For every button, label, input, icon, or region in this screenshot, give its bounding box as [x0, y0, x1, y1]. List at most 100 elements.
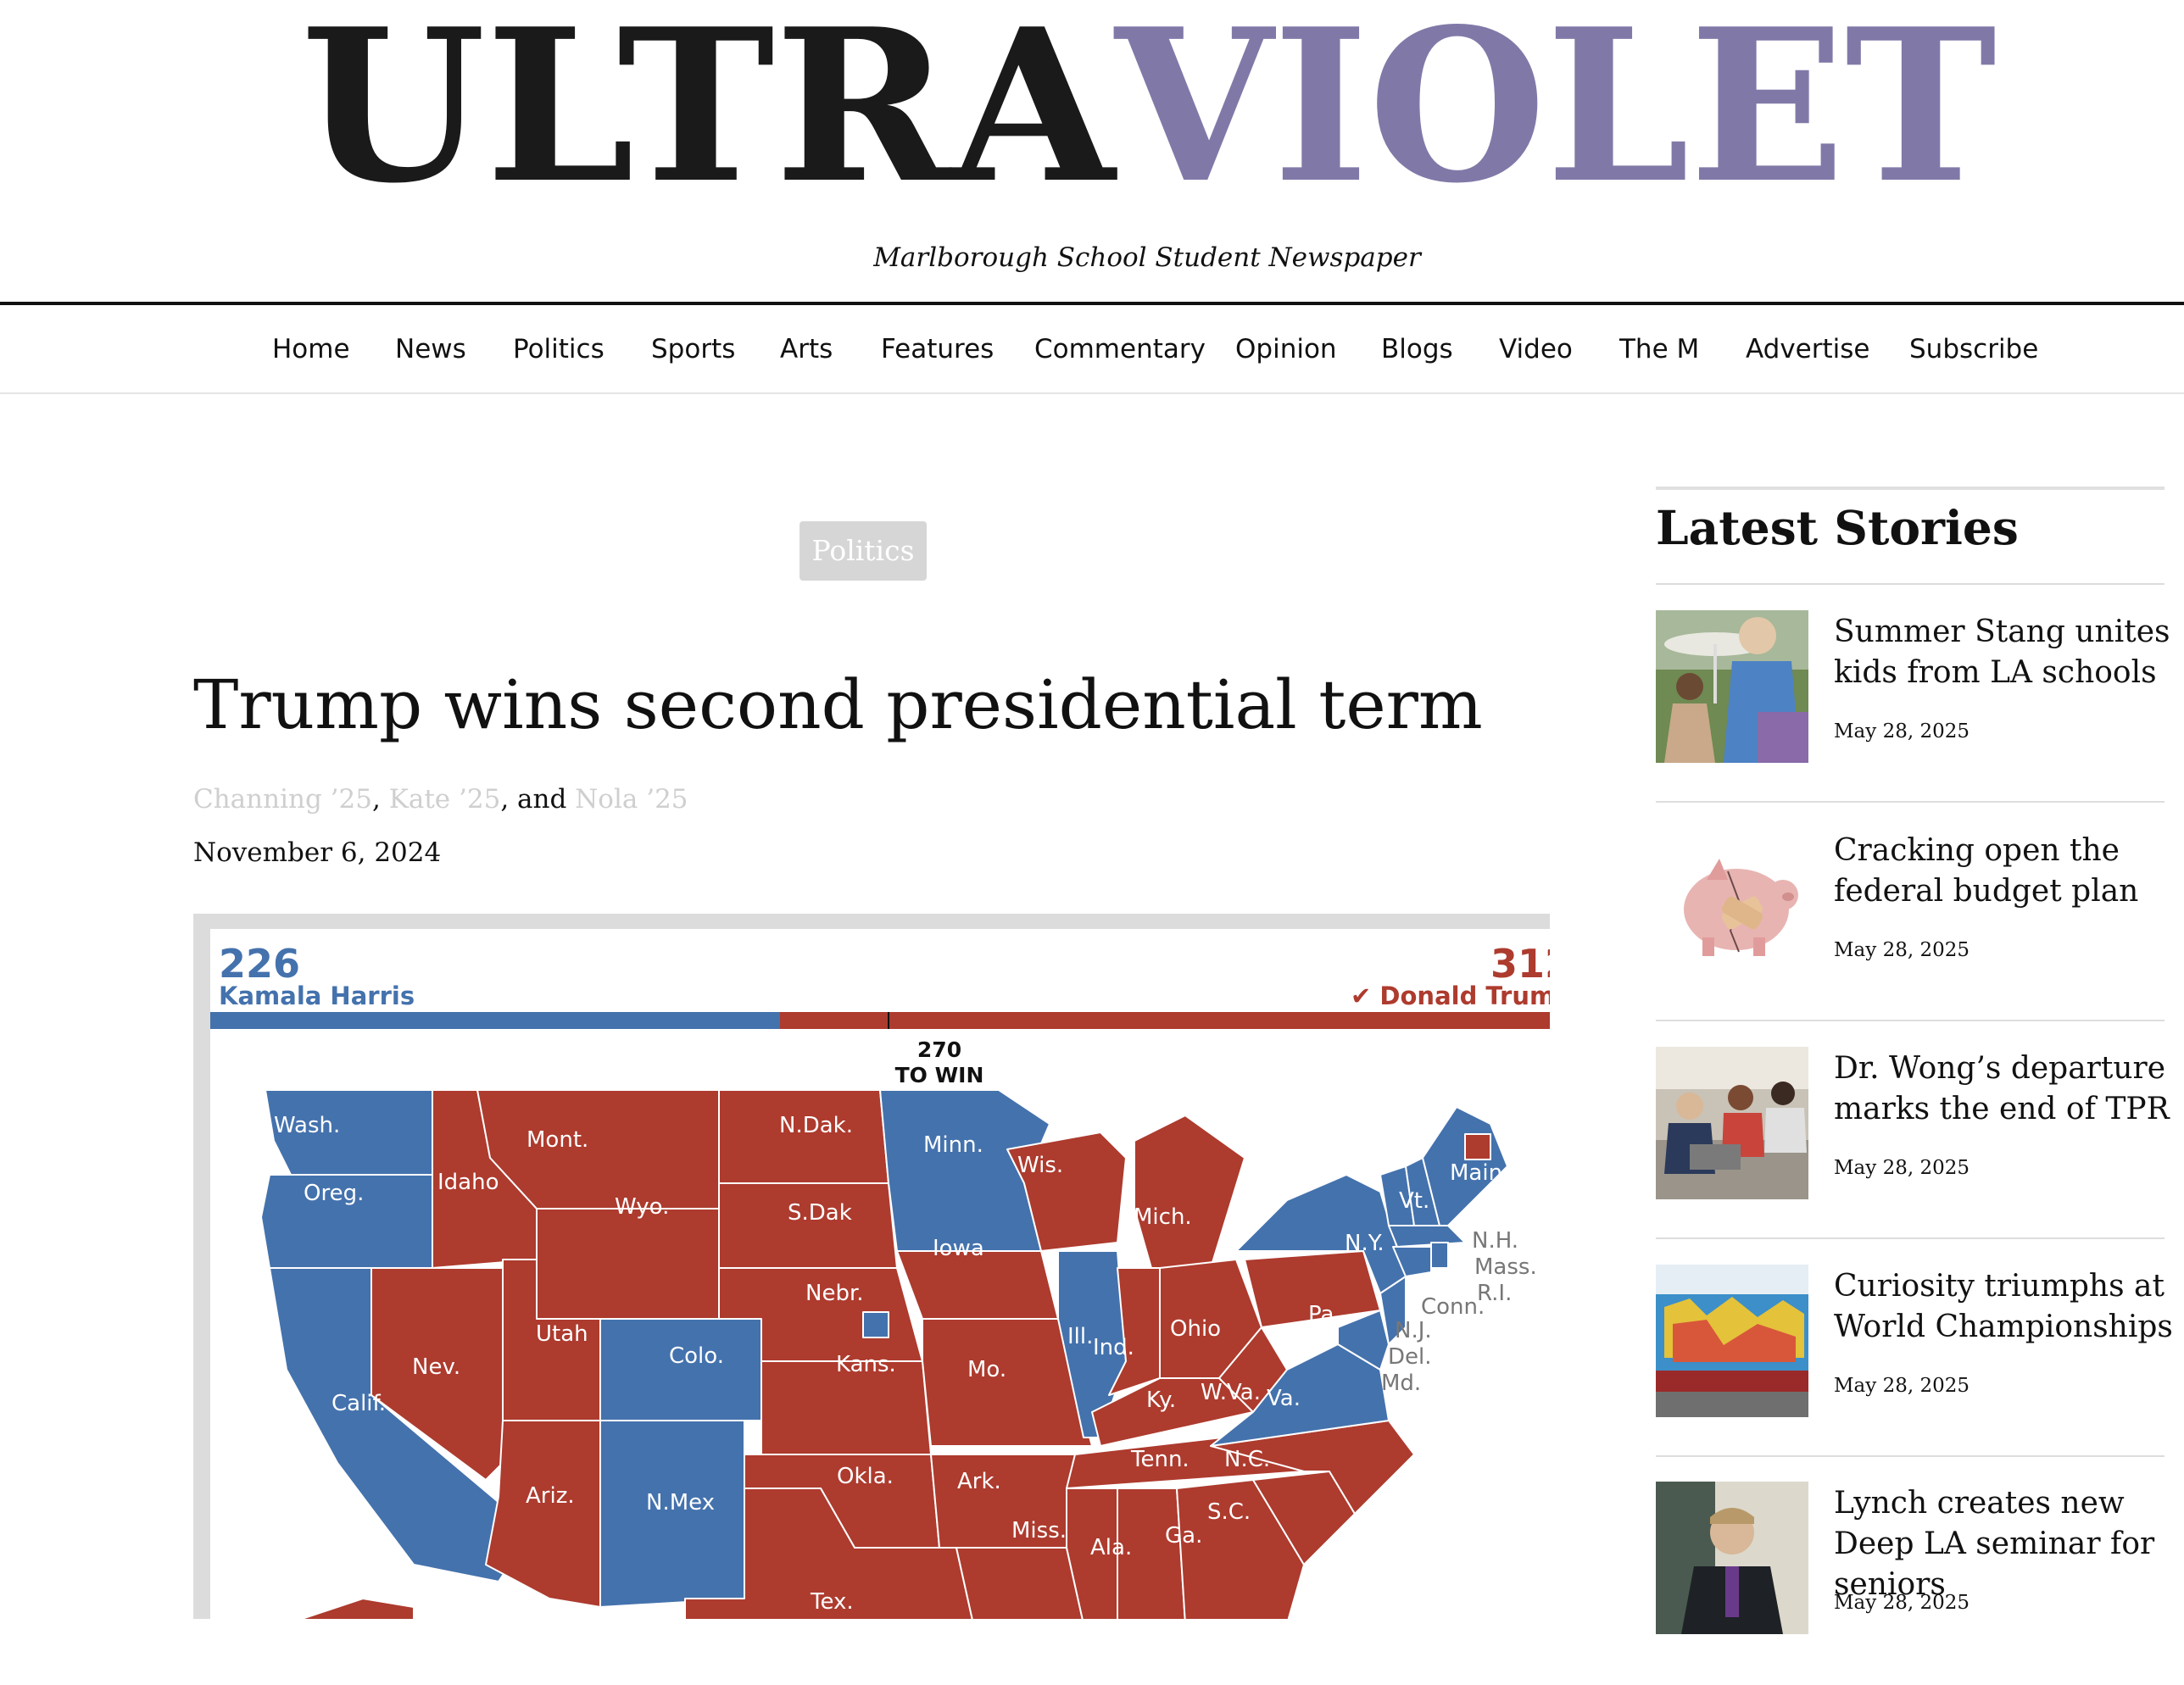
- label-mont: Mont.: [526, 1127, 588, 1153]
- label-miss: Miss.: [1011, 1518, 1067, 1543]
- label-nh: N.H.: [1472, 1228, 1518, 1254]
- state-ariz[interactable]: [485, 1420, 601, 1608]
- label-ark: Ark.: [957, 1469, 1001, 1494]
- logo-ultra: ULTRA: [301, 0, 1118, 212]
- label-md: Md.: [1381, 1371, 1421, 1396]
- nav-arts[interactable]: Arts: [780, 334, 833, 364]
- label-nc: N.C.: [1224, 1447, 1270, 1472]
- threshold-text: TO WIN: [894, 1063, 984, 1087]
- story-thumbnail[interactable]: [1656, 829, 1808, 982]
- label-wis: Wis.: [1017, 1153, 1063, 1178]
- label-sc: S.C.: [1207, 1499, 1251, 1525]
- byline-separator: , and: [500, 784, 576, 815]
- story-date: May 28, 2025: [1834, 1375, 1970, 1397]
- state-nebr-cd2[interactable]: [862, 1311, 889, 1338]
- nav-features[interactable]: Features: [881, 334, 994, 364]
- state-la[interactable]: [956, 1547, 1084, 1619]
- main-nav: Home News Politics Sports Arts Features …: [0, 305, 2184, 394]
- story-date: May 28, 2025: [1834, 720, 1970, 742]
- story-date: May 28, 2025: [1834, 1157, 1970, 1179]
- label-nmex: N.Mex: [646, 1490, 715, 1515]
- nav-blogs[interactable]: Blogs: [1381, 334, 1453, 364]
- label-maine: Maine: [1450, 1160, 1516, 1186]
- label-nj: N.J.: [1395, 1318, 1432, 1343]
- story-title[interactable]: Lynch creates new Deep LA seminar for se…: [1834, 1483, 2173, 1605]
- label-utah: Utah: [536, 1321, 588, 1347]
- sidebar-divider: [1656, 1455, 2164, 1457]
- story-thumbnail[interactable]: [1656, 1265, 1808, 1417]
- author-link[interactable]: Kate ’25: [389, 784, 501, 815]
- state-wyo[interactable]: [536, 1208, 720, 1320]
- state-maine-cd2[interactable]: [1464, 1133, 1491, 1160]
- state-alaska-partial[interactable]: [287, 1598, 415, 1619]
- label-calif: Calif.: [332, 1391, 386, 1416]
- trump-vote-count: 312: [1490, 941, 1550, 987]
- sidebar-top-rule: [1656, 487, 2164, 490]
- sidebar-divider: [1656, 583, 2164, 585]
- story-item[interactable]: Dr. Wong’s departure marks the end of TP…: [1656, 1047, 2181, 1250]
- category-badge[interactable]: Politics: [800, 521, 927, 581]
- label-ohio: Ohio: [1170, 1316, 1221, 1342]
- story-item[interactable]: Cracking open the federal budget plan Ma…: [1656, 829, 2181, 1032]
- nav-politics[interactable]: Politics: [513, 334, 604, 364]
- label-colo: Colo.: [669, 1343, 724, 1369]
- story-item[interactable]: Curiosity triumphs at World Championship…: [1656, 1265, 2181, 1468]
- label-mich: Mich.: [1134, 1204, 1192, 1230]
- nav-commentary[interactable]: Commentary: [1034, 334, 1206, 364]
- threshold-label: 270 TO WIN: [855, 1037, 1024, 1088]
- label-pa: Pa.: [1308, 1302, 1341, 1327]
- label-ga: Ga.: [1165, 1523, 1202, 1549]
- label-conn: Conn.: [1421, 1294, 1485, 1320]
- label-nev: Nev.: [412, 1354, 460, 1380]
- sidebar-divider: [1656, 1237, 2164, 1239]
- author-link[interactable]: Nola ’25: [575, 784, 688, 815]
- story-title[interactable]: Cracking open the federal budget plan: [1834, 831, 2173, 912]
- label-ndak: N.Dak.: [779, 1113, 853, 1138]
- nav-news[interactable]: News: [395, 334, 466, 364]
- harris-vote-count: 226: [219, 941, 301, 987]
- byline: Channing ’25, Kate ’25, and Nola ’25: [193, 784, 688, 815]
- story-thumbnail[interactable]: [1656, 1047, 1808, 1199]
- state-sdak[interactable]: [718, 1182, 898, 1269]
- election-map-figure: 226 Kamala Harris 312 ✔ Donald Trump 270…: [193, 914, 1550, 1619]
- nav-home[interactable]: Home: [272, 334, 350, 364]
- winner-check-icon: ✔: [1351, 982, 1372, 1010]
- trump-name-row: ✔ Donald Trump: [1351, 982, 1550, 1010]
- label-oreg: Oreg.: [304, 1181, 364, 1206]
- site-logo[interactable]: ULTRA VIOLET: [0, 0, 2184, 212]
- label-ill: Ill.: [1067, 1324, 1093, 1349]
- story-title[interactable]: Curiosity triumphs at World Championship…: [1834, 1266, 2173, 1348]
- nav-the-m[interactable]: The M: [1619, 334, 1699, 364]
- state-iowa[interactable]: [896, 1250, 1059, 1320]
- label-iowa: Iowa: [933, 1236, 984, 1261]
- nav-video[interactable]: Video: [1499, 334, 1573, 364]
- state-mich[interactable]: [1134, 1115, 1245, 1269]
- story-title[interactable]: Dr. Wong’s departure marks the end of TP…: [1834, 1048, 2173, 1130]
- harris-bar: [210, 1012, 780, 1029]
- state-colo[interactable]: [599, 1318, 762, 1421]
- label-okla: Okla.: [837, 1464, 894, 1489]
- label-ariz: Ariz.: [526, 1483, 575, 1509]
- nav-opinion[interactable]: Opinion: [1235, 334, 1337, 364]
- label-nebr: Nebr.: [805, 1281, 864, 1306]
- trump-name: Donald Trump: [1379, 982, 1550, 1010]
- label-minn: Minn.: [923, 1132, 983, 1158]
- state-mass[interactable]: [1388, 1225, 1466, 1248]
- nav-subscribe[interactable]: Subscribe: [1909, 334, 2038, 364]
- nav-sports[interactable]: Sports: [651, 334, 735, 364]
- label-idaho: Idaho: [437, 1170, 499, 1195]
- state-ri[interactable]: [1430, 1242, 1449, 1269]
- logo-violet: VIOLET: [1113, 0, 1997, 212]
- label-tenn: Tenn.: [1130, 1447, 1190, 1472]
- story-thumbnail[interactable]: [1656, 1482, 1808, 1634]
- story-item[interactable]: Summer Stang unites kids from LA schools…: [1656, 610, 2181, 814]
- story-item[interactable]: Lynch creates new Deep LA seminar for se…: [1656, 1482, 2181, 1685]
- label-wyo: Wyo.: [615, 1194, 669, 1220]
- electoral-vote-bar: [210, 1012, 1550, 1029]
- author-link[interactable]: Channing ’25: [193, 784, 372, 815]
- nav-advertise[interactable]: Advertise: [1746, 334, 1870, 364]
- story-date: May 28, 2025: [1834, 939, 1970, 961]
- label-vt: Vt.: [1399, 1188, 1429, 1214]
- story-title[interactable]: Summer Stang unites kids from LA schools: [1834, 612, 2173, 693]
- story-thumbnail[interactable]: [1656, 610, 1808, 763]
